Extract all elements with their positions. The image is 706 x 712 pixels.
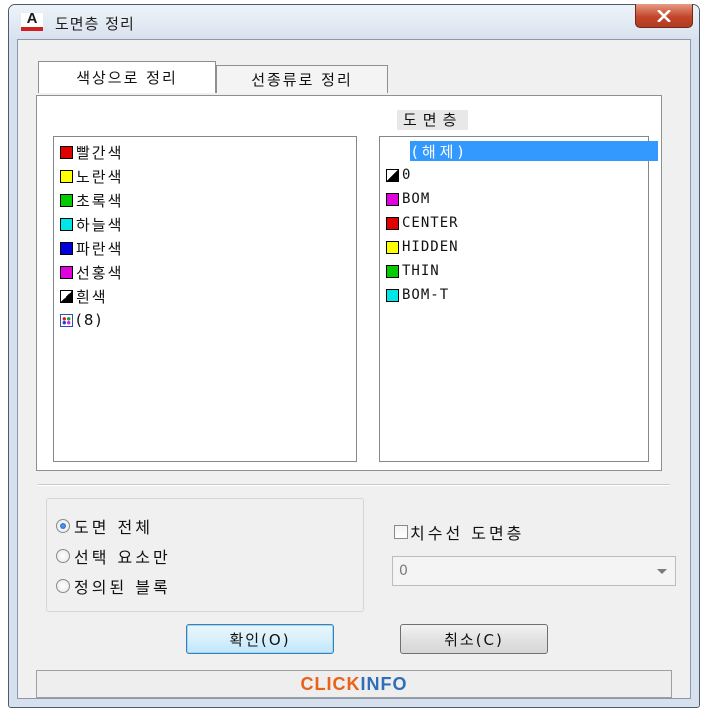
cancel-button[interactable]: 취소(C) xyxy=(400,624,548,654)
magenta-swatch-icon xyxy=(60,265,73,279)
radio-label: 정의된 블록 xyxy=(74,578,171,597)
radio-defined-blocks[interactable]: 정의된 블록 xyxy=(56,574,171,598)
combobox-value: 0 xyxy=(399,563,408,579)
dimension-layer-checkbox-row[interactable]: 치수선 도면층 xyxy=(394,520,524,544)
list-item-label: 흰색 xyxy=(76,287,108,306)
list-item[interactable]: BOM-T xyxy=(386,284,449,306)
close-x-icon xyxy=(657,9,671,22)
status-bar: CLICKINFO xyxy=(36,670,672,698)
radio-label: 도면 전체 xyxy=(74,518,153,537)
list-item[interactable]: 선홍색 xyxy=(60,261,123,283)
list-item-label: (8) xyxy=(76,311,104,329)
cyan-swatch-icon xyxy=(60,217,73,231)
dimension-layer-combobox[interactable]: 0 xyxy=(392,556,676,586)
list-item[interactable]: THIN xyxy=(386,260,440,282)
list-item-label: BOM xyxy=(402,191,431,207)
ok-button[interactable]: 확인(O) xyxy=(186,624,334,654)
selected-list-item[interactable]: (해제) xyxy=(410,141,658,161)
white-swatch-icon xyxy=(386,168,399,182)
list-item[interactable]: BOM xyxy=(386,188,430,210)
tab-panel: 빨간색 노란색 초록색 하늘색 파란색 선홍색 흰색 (8) 도면층 (해제) … xyxy=(36,95,662,471)
app-icon-letter: A xyxy=(26,10,38,27)
green-swatch-icon xyxy=(386,264,399,278)
blue-swatch-icon xyxy=(60,241,73,255)
list-item-label: 초록색 xyxy=(76,191,124,210)
white-swatch-icon xyxy=(60,289,73,303)
list-item-label: THIN xyxy=(402,263,440,279)
title-bar[interactable]: A 도면층 정리 xyxy=(9,4,699,39)
tab-label: 선종류로 정리 xyxy=(251,71,353,89)
list-item-label: 빨간색 xyxy=(76,143,124,162)
multicolor-icon xyxy=(60,313,73,327)
tab-sort-by-linetype[interactable]: 선종류로 정리 xyxy=(216,65,388,93)
close-button[interactable] xyxy=(635,4,693,28)
dialog-client-area: 색상으로 정리 선종류로 정리 빨간색 노란색 초록색 하늘색 파란색 선홍색 … xyxy=(17,39,691,699)
dropdown-arrow-icon[interactable] xyxy=(657,569,667,574)
yellow-swatch-icon xyxy=(386,240,399,254)
list-item[interactable]: 0 xyxy=(386,164,411,186)
red-swatch-icon xyxy=(60,145,73,159)
cyan-swatch-icon xyxy=(386,288,399,302)
list-item-label: 노란색 xyxy=(76,167,124,186)
radio-whole-drawing[interactable]: 도면 전체 xyxy=(56,514,153,538)
list-item[interactable]: (8) xyxy=(60,309,103,331)
list-item-label: 파란색 xyxy=(76,239,124,258)
list-item[interactable]: 노란색 xyxy=(60,165,123,187)
green-swatch-icon xyxy=(60,193,73,207)
radio-selected-icon[interactable] xyxy=(56,519,70,533)
list-item[interactable]: 초록색 xyxy=(60,189,123,211)
red-swatch-icon xyxy=(386,216,399,230)
list-item[interactable]: 흰색 xyxy=(60,285,108,307)
logo-part-2: INFO xyxy=(360,674,408,694)
list-item-label: BOM-T xyxy=(402,287,450,303)
checkbox-label: 치수선 도면층 xyxy=(410,524,525,543)
radio-selected-objects[interactable]: 선택 요소만 xyxy=(56,544,171,568)
list-item[interactable]: 파란색 xyxy=(60,237,123,259)
ok-button-label: 확인(O) xyxy=(229,630,291,649)
radio-icon[interactable] xyxy=(56,579,70,593)
list-item[interactable]: CENTER xyxy=(386,212,459,234)
magenta-swatch-icon xyxy=(386,192,399,206)
autocad-app-icon: A xyxy=(21,10,43,31)
dialog-window: A 도면층 정리 색상으로 정리 선종류로 정리 빨간색 노란색 초록색 하늘색… xyxy=(8,4,700,708)
layer-listbox[interactable]: (해제) 0 BOM CENTER HIDDEN THIN BOM-T xyxy=(379,136,658,462)
tab-sort-by-color[interactable]: 색상으로 정리 xyxy=(38,61,216,93)
tab-label: 색상으로 정리 xyxy=(76,69,178,87)
dimension-layer-checkbox[interactable] xyxy=(394,525,408,539)
cancel-button-label: 취소(C) xyxy=(444,630,504,649)
list-item[interactable]: 하늘색 xyxy=(60,213,123,235)
list-item-label: CENTER xyxy=(402,215,459,231)
radio-label: 선택 요소만 xyxy=(74,548,171,567)
list-item[interactable]: 빨간색 xyxy=(60,141,123,163)
list-item-label: 0 xyxy=(402,167,412,183)
list-item[interactable]: HIDDEN xyxy=(386,236,459,258)
clickinfo-logo: CLICKINFO xyxy=(37,674,671,695)
color-listbox[interactable]: 빨간색 노란색 초록색 하늘색 파란색 선홍색 흰색 (8) xyxy=(53,136,357,462)
layer-list-header: 도면층 xyxy=(397,110,469,130)
list-item-label: 선홍색 xyxy=(76,263,124,282)
list-item-label: 하늘색 xyxy=(76,215,124,234)
window-title: 도면층 정리 xyxy=(55,15,135,33)
radio-icon[interactable] xyxy=(56,549,70,563)
logo-part-1: CLICK xyxy=(300,674,361,694)
separator-line xyxy=(38,484,670,486)
yellow-swatch-icon xyxy=(60,169,73,183)
list-item-label: HIDDEN xyxy=(402,239,459,255)
